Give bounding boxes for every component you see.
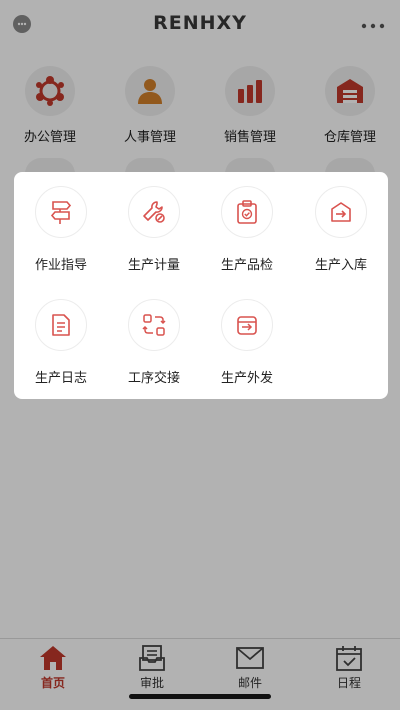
popup-item-label: 生产外发 — [220, 371, 273, 386]
box-inbound-icon — [315, 186, 367, 238]
popup-item-label: 生产入库 — [314, 258, 367, 273]
production-menu-popup: 作业指导 生产计量 生产品检 生产入库 生产日志 工序交接 生产外发 — [14, 172, 388, 399]
popup-item-production-log[interactable]: 生产日志 — [14, 299, 108, 399]
home-indicator[interactable] — [129, 694, 271, 699]
popup-item-label: 生产计量 — [127, 258, 180, 273]
popup-item-label: 生产日志 — [34, 371, 87, 386]
clipboard-check-icon — [221, 186, 273, 238]
popup-item-label: 工序交接 — [127, 371, 180, 386]
exchange-icon — [128, 299, 180, 351]
popup-item-quality-inspection[interactable]: 生产品检 — [200, 186, 294, 286]
popup-item-production-metering[interactable]: 生产计量 — [107, 186, 201, 286]
popup-item-production-outsource[interactable]: 生产外发 — [200, 299, 294, 399]
popup-item-process-handover[interactable]: 工序交接 — [107, 299, 201, 399]
wrench-icon — [128, 186, 180, 238]
popup-item-work-guide[interactable]: 作业指导 — [14, 186, 108, 286]
popup-item-label: 作业指导 — [34, 258, 87, 273]
popup-item-label: 生产品检 — [220, 258, 273, 273]
popup-item-production-inbound[interactable]: 生产入库 — [294, 186, 388, 286]
document-icon — [35, 299, 87, 351]
outbound-box-icon — [221, 299, 273, 351]
signpost-icon — [35, 186, 87, 238]
